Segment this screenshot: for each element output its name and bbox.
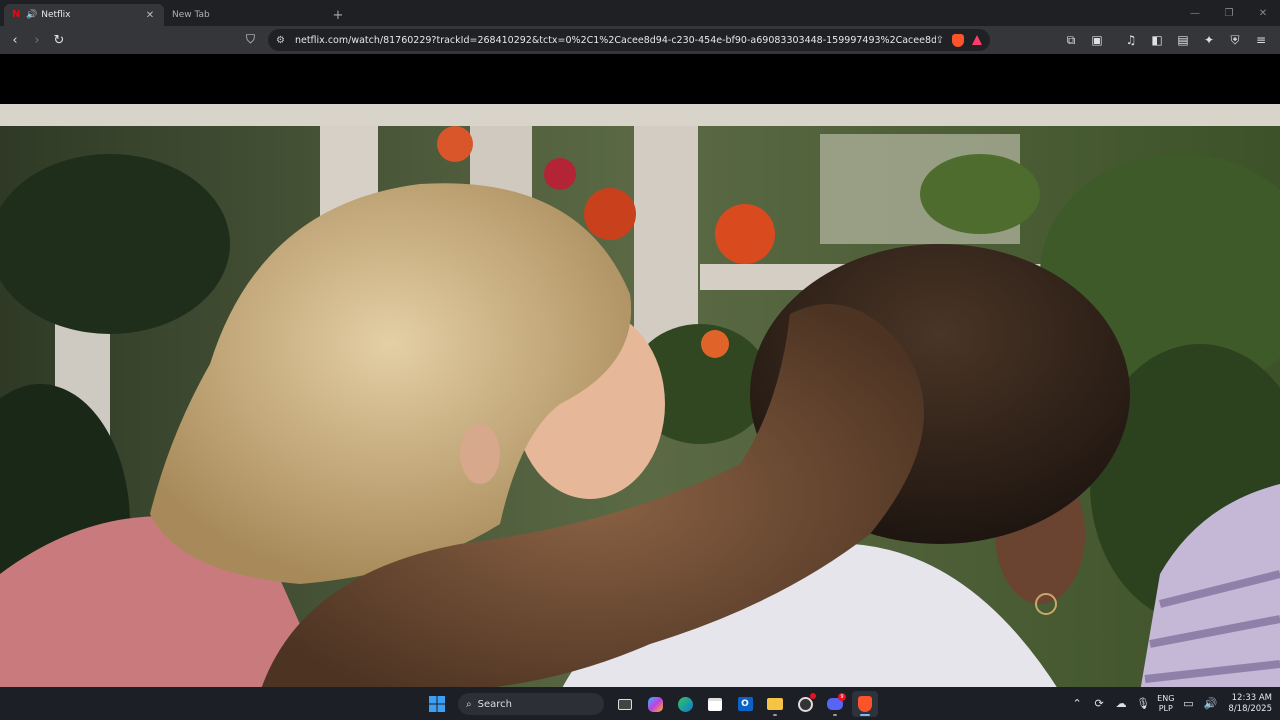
search-label: Search xyxy=(477,698,512,710)
url-text: netflix.com/watch/81760229?trackId=26841… xyxy=(294,34,936,46)
tab-title: Netflix xyxy=(41,10,71,20)
discord-badge: 9 xyxy=(838,693,846,701)
language-indicator[interactable]: ENG PLP xyxy=(1157,694,1174,714)
extensions-icon[interactable]: ⧉ xyxy=(1060,29,1082,51)
netflix-favicon-icon: N xyxy=(12,9,21,20)
leo-ai-icon[interactable]: ✦ xyxy=(1198,29,1220,51)
microphone-icon[interactable]: 🎙 xyxy=(1135,697,1151,710)
address-bar[interactable]: ⚙ netflix.com/watch/81760229?trackId=268… xyxy=(268,29,990,51)
search-icon: ⌕ xyxy=(466,698,472,710)
toolbar-right-tools: ⧉ ▣ ♫ ◧ ▤ ✦ ⛨ ≡ xyxy=(1060,29,1272,51)
chevron-up-icon[interactable]: ⌃ xyxy=(1069,697,1085,710)
running-indicator xyxy=(773,714,777,716)
share-icon[interactable]: ⇪ xyxy=(936,35,944,46)
chrome-app-icon[interactable] xyxy=(792,691,818,717)
tab-new-tab[interactable]: New Tab xyxy=(164,4,324,26)
window-controls: — ❐ ✕ xyxy=(1178,0,1280,26)
file-explorer-icon[interactable] xyxy=(762,691,788,717)
clock-date: 8/18/2025 xyxy=(1228,703,1272,714)
brave-rewards-icon[interactable] xyxy=(972,35,982,45)
outlook-icon[interactable]: O xyxy=(732,691,758,717)
system-tray: ⌃ ⟳ ☁ 🎙 ENG PLP ▭ 🔊 12:33 AM 8/18/2025 xyxy=(1069,687,1280,720)
display-icon[interactable]: ▭ xyxy=(1180,697,1196,710)
tab-strip: N 🔊 Netflix ✕ New Tab + — ❐ ✕ xyxy=(0,0,1280,26)
discord-icon[interactable]: 9 xyxy=(822,691,848,717)
tab-netflix[interactable]: N 🔊 Netflix ✕ xyxy=(4,4,164,26)
media-icon[interactable]: ♫ xyxy=(1120,29,1142,51)
video-frame xyxy=(0,104,1280,692)
cloud-off-icon[interactable]: ☁ xyxy=(1113,697,1129,710)
keyboard-layout: PLP xyxy=(1158,703,1173,713)
sync-icon[interactable]: ⟳ xyxy=(1091,697,1107,710)
close-window-icon[interactable]: ✕ xyxy=(1246,0,1280,26)
tab-title: New Tab xyxy=(172,10,210,20)
clock[interactable]: 12:33 AM 8/18/2025 xyxy=(1228,693,1272,715)
copilot-icon[interactable] xyxy=(642,691,668,717)
site-info-icon[interactable]: ⚙ xyxy=(276,35,285,46)
start-button[interactable] xyxy=(424,691,450,717)
browser-toolbar: ‹ › ↻ ⛉ ⚙ netflix.com/watch/81760229?tra… xyxy=(0,26,1280,54)
bookmark-icon[interactable]: ⛉ xyxy=(246,32,255,47)
windows-taskbar: ⌕ Search O 9 ⌃ ⟳ ☁ 🎙 ENG PLP ▭ 🔊 12:33 A… xyxy=(0,687,1280,720)
taskbar-search[interactable]: ⌕ Search xyxy=(458,693,604,715)
edge-icon[interactable] xyxy=(672,691,698,717)
sidebar-icon[interactable]: ◧ xyxy=(1146,29,1168,51)
back-icon[interactable]: ‹ xyxy=(4,29,26,51)
clock-time: 12:33 AM xyxy=(1231,692,1272,703)
taskbar-apps: ⌕ Search O 9 xyxy=(424,691,878,717)
volume-icon[interactable]: 🔊 xyxy=(1202,697,1218,710)
microsoft-store-icon[interactable] xyxy=(702,691,728,717)
minimize-icon[interactable]: — xyxy=(1178,0,1212,26)
windows-logo-icon xyxy=(429,696,445,712)
new-tab-button[interactable]: + xyxy=(328,4,348,26)
active-indicator xyxy=(860,714,870,716)
brave-browser-icon[interactable] xyxy=(852,691,878,717)
brave-shields-icon[interactable] xyxy=(952,33,964,47)
forward-icon[interactable]: › xyxy=(26,29,48,51)
video-player[interactable] xyxy=(0,54,1280,692)
menu-icon[interactable]: ≡ xyxy=(1250,29,1272,51)
tab-close-icon[interactable]: ✕ xyxy=(144,10,156,21)
wallet-icon[interactable]: ▤ xyxy=(1172,29,1194,51)
running-indicator xyxy=(833,714,837,716)
restore-icon[interactable]: ❐ xyxy=(1212,0,1246,26)
notification-dot-icon xyxy=(810,693,816,699)
vpn-icon[interactable]: ⛨ xyxy=(1224,29,1246,51)
language-code: ENG xyxy=(1157,693,1175,703)
audio-playing-icon[interactable]: 🔊 xyxy=(26,10,37,20)
reload-icon[interactable]: ↻ xyxy=(48,29,70,51)
task-view-icon[interactable] xyxy=(612,691,638,717)
screenshot-icon[interactable]: ▣ xyxy=(1086,29,1108,51)
